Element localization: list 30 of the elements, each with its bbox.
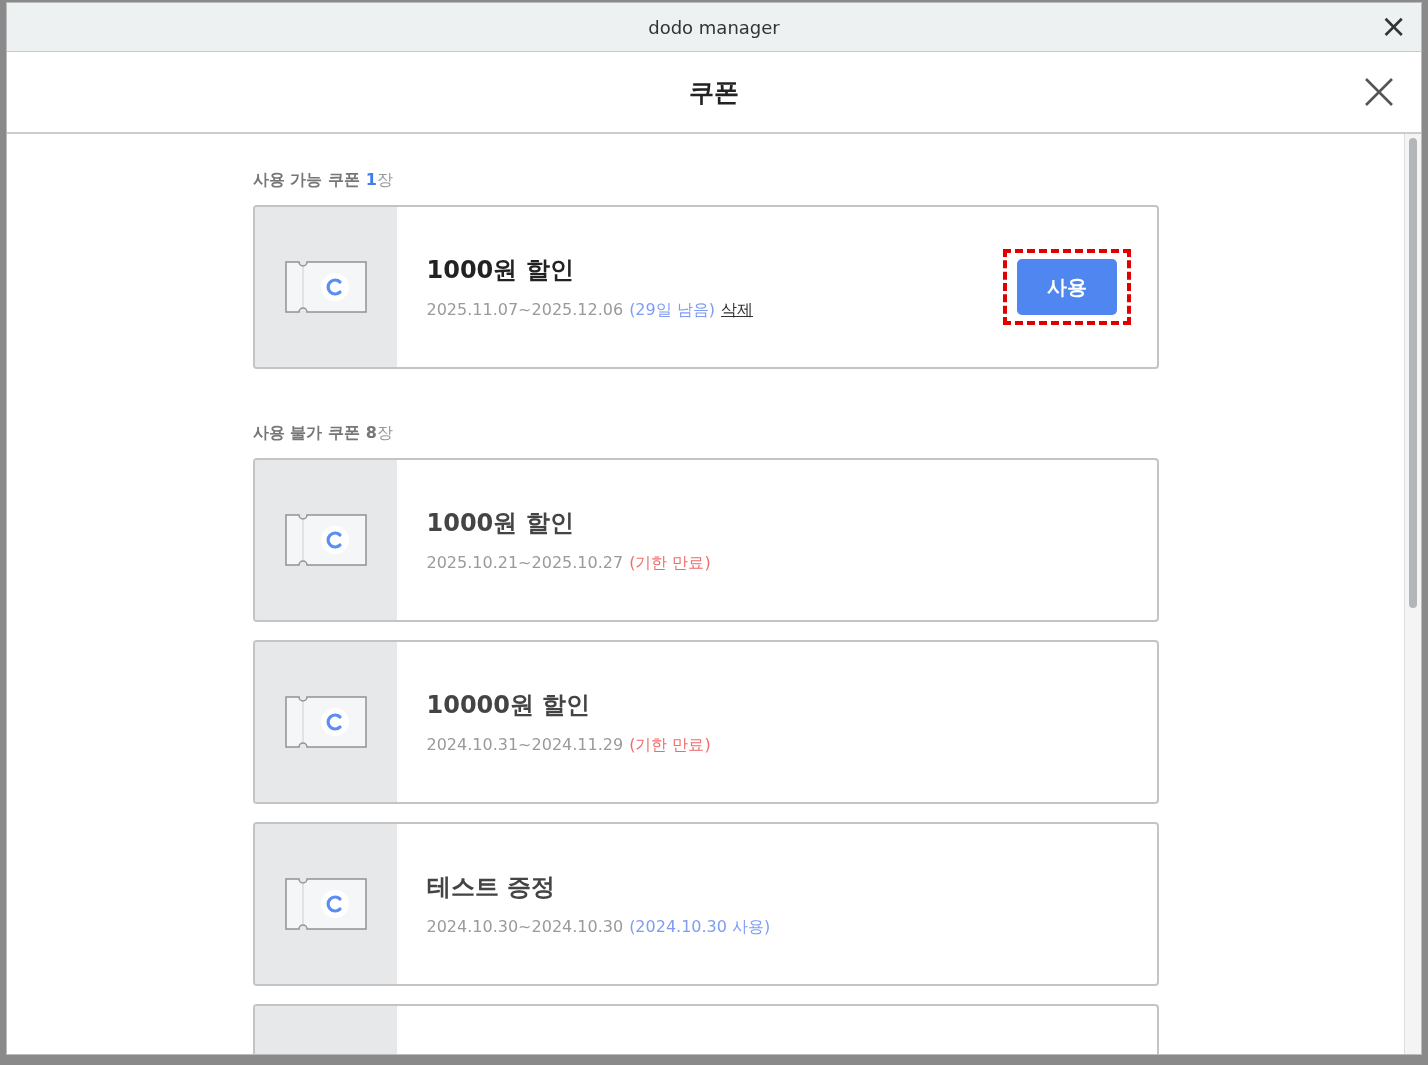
coupon-count: 8 [365,423,377,444]
dialog-title: 쿠폰 [689,76,739,109]
coupon-icon [284,513,367,567]
close-icon[interactable] [1363,76,1395,108]
coupon-status: (29일 남음) [629,299,716,321]
coupon-status: (기한 만료) [629,734,711,756]
count-unit: 장 [376,170,393,191]
coupon-status: (기한 만료) [629,552,711,574]
delete-link[interactable]: 삭제 [721,299,754,321]
coupon-icon [284,260,367,314]
coupon-count: 1 [365,170,377,191]
scrollbar[interactable] [1404,134,1421,1054]
coupon-icon [284,695,367,749]
coupon-status: (2024.10.30 사용) [629,916,771,938]
scroll-thumb[interactable] [1409,138,1417,608]
coupon-title: 1000원 할인 [426,507,575,539]
section-label: 사용 불가 쿠폰 [252,423,360,444]
close-button[interactable]: × [1376,9,1411,43]
use-button[interactable]: 사용 [1016,259,1117,315]
coupon-title: 10000원 할인 [426,689,592,721]
validity-period: 2024.10.31~2024.11.29 [426,734,624,754]
section-label: 사용 가능 쿠폰 [252,170,360,191]
coupon-title: 1000원 할인 [426,254,575,286]
count-unit: 장 [376,423,393,444]
validity-period: 2025.11.07~2025.12.06 [426,299,624,319]
window-title: dodo manager [648,16,780,38]
coupon-title: 테스트 증정 [426,871,556,903]
coupon-icon [284,877,367,931]
validity-period: 2025.10.21~2025.10.27 [426,552,624,572]
validity-period: 2024.10.30~2024.10.30 [426,916,624,936]
